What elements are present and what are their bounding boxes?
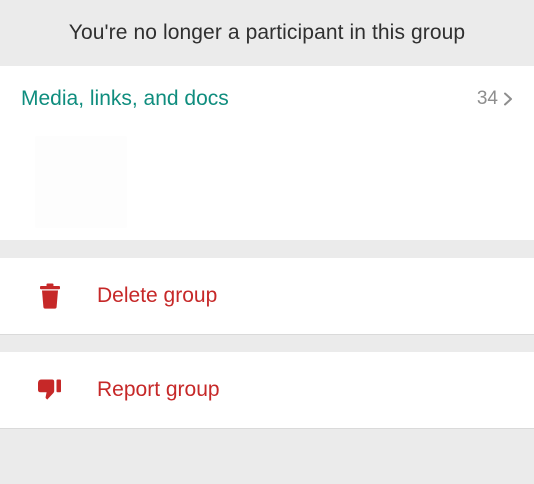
trash-icon xyxy=(36,282,64,310)
media-thumbnail-placeholder[interactable] xyxy=(35,136,127,228)
banner-text: You're no longer a participant in this g… xyxy=(68,21,466,44)
media-links-docs-title: Media, links, and docs xyxy=(21,87,229,110)
delete-group-button[interactable]: Delete group xyxy=(0,258,534,335)
report-group-label: Report group xyxy=(97,378,220,401)
media-count: 34 xyxy=(476,88,498,109)
report-group-button[interactable]: Report group xyxy=(0,352,534,429)
media-count-group: 34 xyxy=(477,88,514,110)
thumbs-down-icon xyxy=(36,376,64,404)
media-links-docs-section: Media, links, and docs 34 xyxy=(0,66,534,240)
chevron-right-icon xyxy=(504,92,512,106)
no-longer-participant-banner: You're no longer a participant in this g… xyxy=(0,0,534,66)
media-links-docs-row[interactable]: Media, links, and docs 34 xyxy=(21,84,514,114)
media-thumbnails-area xyxy=(21,126,514,228)
delete-group-label: Delete group xyxy=(97,284,218,307)
